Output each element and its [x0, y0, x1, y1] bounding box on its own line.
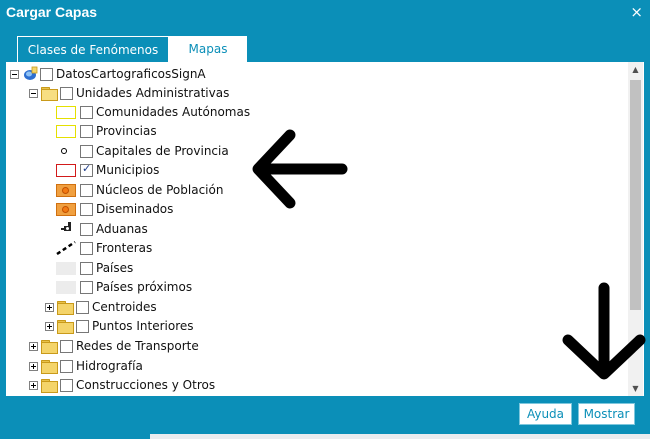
group-checkbox[interactable]	[60, 378, 73, 392]
layer-label: Núcleos de Población	[96, 183, 224, 197]
tree-label: Construcciones y Otros	[76, 378, 216, 392]
down-arrow-annotation-icon	[562, 282, 646, 380]
tab-mapas[interactable]: Mapas	[169, 36, 247, 62]
scroll-up-icon[interactable]: ▲	[628, 62, 643, 77]
background-strip	[0, 434, 650, 439]
customs-icon	[56, 221, 76, 237]
layer-row: Fronteras	[56, 238, 152, 258]
tree-row-puntos-interiores: Puntos Interiores	[45, 316, 194, 336]
layer-row: Países próximos	[56, 277, 192, 297]
expand-icon[interactable]	[45, 321, 54, 331]
layer-label: Comunidades Autónomas	[96, 105, 251, 119]
expand-icon[interactable]	[45, 302, 54, 312]
layer-checkbox[interactable]	[80, 124, 93, 138]
group-checkbox[interactable]	[76, 319, 89, 333]
grey-box-icon	[56, 280, 76, 294]
tree-row-unidades-administrativas: Unidades Administrativas	[29, 83, 229, 103]
group-checkbox[interactable]	[76, 300, 89, 314]
layer-checkbox[interactable]	[80, 202, 93, 216]
layer-row: Comunidades Autónomas	[56, 102, 250, 122]
layer-label: Capitales de Provincia	[96, 144, 229, 158]
tree-label: Hidrografía	[76, 359, 143, 373]
title-bar: Cargar Capas ×	[0, 0, 650, 26]
database-icon	[22, 66, 38, 82]
folder-icon	[41, 359, 58, 374]
collapse-icon[interactable]	[10, 69, 19, 79]
folder-icon	[41, 378, 58, 393]
collapse-icon[interactable]	[29, 88, 38, 98]
layer-label: Países	[96, 261, 134, 275]
show-button[interactable]: Mostrar	[578, 403, 635, 425]
layer-panel: DatosCartograficosSignA Unidades Adminis…	[6, 62, 644, 396]
group-checkbox[interactable]	[60, 359, 73, 373]
yellow-outline-box-icon	[56, 124, 76, 138]
layer-label: Diseminados	[96, 202, 174, 216]
expand-icon[interactable]	[29, 380, 38, 390]
scrollbar-thumb[interactable]	[630, 80, 641, 310]
layer-label: Aduanas	[96, 222, 148, 236]
layer-row: Diseminados	[56, 199, 173, 219]
tree-row-redes-de-transporte: Redes de Transporte	[29, 336, 199, 356]
folder-icon	[57, 300, 74, 315]
help-button[interactable]: Ayuda	[519, 403, 572, 425]
red-outline-box-icon	[56, 163, 76, 177]
dashed-line-icon	[56, 240, 76, 256]
tree-row-root: DatosCartograficosSignA	[10, 64, 206, 84]
tree-label: Puntos Interiores	[92, 319, 194, 333]
tree-label: Redes de Transporte	[76, 339, 199, 353]
tree-label: Centroides	[92, 300, 157, 314]
layer-checkbox[interactable]	[80, 241, 93, 255]
orange-circle-icon	[56, 183, 76, 197]
orange-circle-icon	[56, 202, 76, 216]
layer-checkbox[interactable]	[80, 105, 93, 119]
black-dot-icon	[56, 143, 76, 159]
expand-icon[interactable]	[29, 341, 38, 351]
left-arrow-annotation-icon	[252, 129, 348, 209]
tree-label: Unidades Administrativas	[76, 86, 230, 100]
tab-clases-de-fenomenos[interactable]: Clases de Fenómenos	[17, 36, 169, 62]
layer-checkbox[interactable]	[80, 144, 93, 158]
layer-row: Países	[56, 258, 133, 278]
folder-icon	[57, 319, 74, 334]
folder-open-icon	[41, 86, 58, 101]
layer-checkbox[interactable]	[80, 183, 93, 197]
layer-checkbox[interactable]	[80, 162, 93, 177]
expand-icon[interactable]	[29, 361, 38, 371]
window-title: Cargar Capas	[6, 4, 98, 20]
layer-row: Capitales de Provincia	[56, 141, 229, 161]
tree-row-construcciones-y-otros: Construcciones y Otros	[29, 375, 215, 395]
layer-checkbox[interactable]	[80, 261, 93, 275]
checkbox-unidades-administrativas[interactable]	[60, 86, 73, 100]
layer-label: Provincias	[96, 124, 157, 138]
layer-row: Provincias	[56, 121, 157, 141]
checkbox-root[interactable]	[40, 67, 53, 81]
layer-label: Fronteras	[96, 241, 153, 255]
tree-label: DatosCartograficosSignA	[56, 67, 206, 81]
layer-label: Municipios	[96, 163, 160, 177]
folder-icon	[41, 339, 58, 354]
close-icon[interactable]: ×	[630, 3, 643, 21]
tree-row-hidrografia: Hidrografía	[29, 356, 143, 376]
scroll-down-icon[interactable]: ▼	[628, 381, 643, 396]
layer-row: Núcleos de Población	[56, 180, 223, 200]
layer-row: Municipios	[56, 160, 159, 180]
tree-row-centroides: Centroides	[45, 297, 157, 317]
grey-box-icon	[56, 261, 76, 275]
layer-checkbox[interactable]	[80, 280, 93, 294]
yellow-outline-box-icon	[56, 105, 76, 119]
layer-row: Aduanas	[56, 219, 148, 239]
layer-checkbox[interactable]	[80, 222, 93, 236]
layer-tree: DatosCartograficosSignA Unidades Adminis…	[6, 62, 628, 396]
group-checkbox[interactable]	[60, 339, 73, 353]
layer-label: Países próximos	[96, 280, 193, 294]
